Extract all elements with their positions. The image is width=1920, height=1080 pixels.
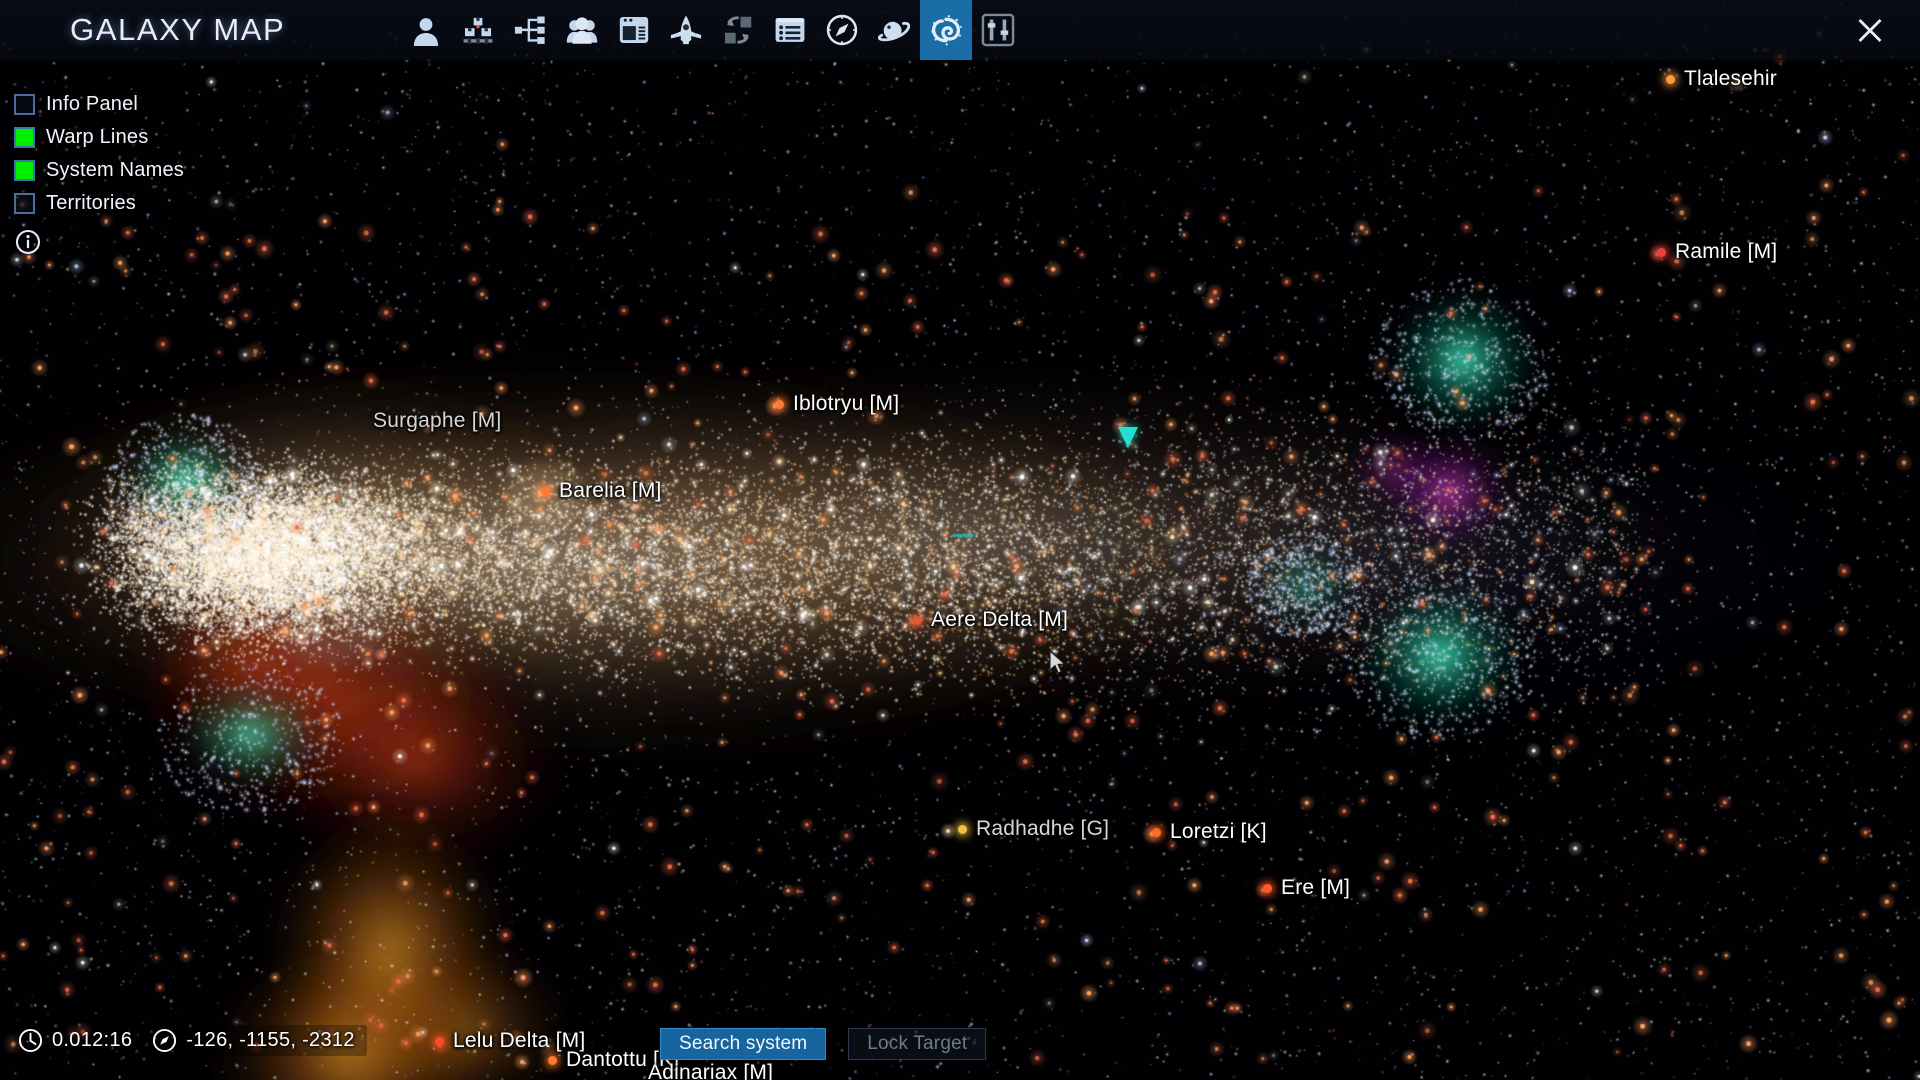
star-dot-icon <box>1152 827 1161 837</box>
galaxy-spiral-icon <box>931 15 962 46</box>
lock-target-button: Lock Target <box>848 1028 987 1060</box>
star-dot-icon <box>435 1036 444 1046</box>
toolbar-button-navigation[interactable] <box>816 0 868 60</box>
sliders-icon <box>981 13 1015 47</box>
compass-small-icon <box>153 1028 177 1053</box>
toolbar-button-skilltree[interactable] <box>504 0 556 60</box>
top-bar: GALAXY MAP <box>0 0 1920 60</box>
star-dot-icon <box>541 486 550 496</box>
system-label[interactable]: Tlalesehir <box>1665 67 1777 91</box>
crates-icon <box>463 17 493 44</box>
toolbar-button-ship[interactable] <box>660 0 712 60</box>
system-name: Radhadhe [G] <box>976 817 1110 840</box>
action-bar: Search system Lock Target <box>660 1028 987 1060</box>
game-time: 0.012:16 <box>18 1028 132 1053</box>
system-label[interactable]: Surgaphe [M] <box>373 409 501 433</box>
compass-icon <box>826 14 858 46</box>
checkbox-checked[interactable] <box>14 160 35 181</box>
system-label[interactable]: Iblotryu [M] <box>775 392 899 416</box>
close-button[interactable] <box>1842 0 1898 60</box>
system-name: Iblotryu [M] <box>793 392 900 415</box>
map-option-label: Territories <box>46 192 136 214</box>
galaxy-map-viewport[interactable] <box>0 0 1920 1080</box>
person-icon <box>413 18 439 46</box>
star-dot-icon <box>1665 74 1675 84</box>
planet-ringed-icon <box>878 21 910 42</box>
exchange-icon <box>724 16 752 44</box>
star-dot-icon <box>958 824 967 834</box>
system-name: Surgaphe [M] <box>373 409 502 432</box>
map-options-panel: Info Panel Warp Lines System Names Territor… <box>14 88 184 255</box>
coordinates: -126, -1155, -2312 <box>152 1028 354 1053</box>
system-label[interactable]: Aere Delta [M] <box>913 608 1068 632</box>
page-title: GALAXY MAP <box>70 12 286 47</box>
map-options-list: Info Panel Warp Lines System Names Territor… <box>14 88 184 220</box>
toolbar-button-trade[interactable] <box>712 0 764 60</box>
status-bar: 0.012:16 -126, -1155, -2312 <box>14 1025 367 1056</box>
map-option-system-names[interactable]: System Names <box>14 154 184 187</box>
toolbar-button-crew[interactable] <box>556 0 608 60</box>
warp-trail-marker <box>952 534 974 537</box>
window-panel-icon <box>619 16 649 44</box>
system-name: Adinariax [M] <box>648 1061 774 1080</box>
map-option-territories[interactable]: Territories <box>14 187 184 220</box>
toolbar-button-system[interactable] <box>868 0 920 60</box>
info-circle-icon <box>15 229 41 255</box>
system-label[interactable]: Ramile [M] <box>1657 240 1777 264</box>
star-dot-icon <box>775 399 784 409</box>
system-name: Barelia [M] <box>559 479 662 502</box>
clock-icon <box>18 1028 43 1053</box>
main-toolbar <box>400 0 1024 60</box>
system-name: Ere [M] <box>1281 876 1351 899</box>
system-label[interactable]: Adinariax [M] <box>648 1061 773 1080</box>
system-label[interactable]: Radhadhe [G] <box>958 817 1109 841</box>
system-label[interactable]: Barelia [M] <box>541 479 662 503</box>
star-dot-icon <box>1657 247 1666 257</box>
map-option-label: System Names <box>46 159 184 181</box>
toolbar-button-log[interactable] <box>764 0 816 60</box>
system-name: Loretzi [K] <box>1170 820 1267 843</box>
checkbox-checked[interactable] <box>14 127 35 148</box>
system-label[interactable]: Loretzi [K] <box>1152 820 1267 844</box>
map-option-label: Info Panel <box>46 93 139 115</box>
toolbar-button-windows[interactable] <box>608 0 660 60</box>
game-time-value: 0.012:16 <box>52 1029 133 1051</box>
system-label[interactable]: Ere [M] <box>1263 876 1350 900</box>
nebula-layer <box>0 280 1920 1080</box>
star-dot-icon <box>548 1055 557 1065</box>
search-system-button[interactable]: Search system <box>660 1028 827 1060</box>
close-icon <box>1858 19 1882 42</box>
checkbox-unchecked[interactable] <box>14 94 35 115</box>
toolbar-button-inventory[interactable] <box>452 0 504 60</box>
node-tree-icon <box>514 16 545 44</box>
system-name: Ramile [M] <box>1675 240 1778 263</box>
star-dot-icon <box>1263 883 1272 893</box>
toolbar-button-galaxy[interactable] <box>920 0 972 60</box>
toolbar-button-character[interactable] <box>400 0 452 60</box>
system-name: Tlalesehir <box>1683 67 1777 90</box>
spaceship-icon <box>670 15 702 45</box>
toolbar-button-settings[interactable] <box>972 0 1024 60</box>
map-option-warp-lines[interactable]: Warp Lines <box>14 121 184 154</box>
coordinates-value: -126, -1155, -2312 <box>186 1029 355 1051</box>
info-button[interactable] <box>15 229 41 255</box>
star-dot-icon <box>913 615 922 625</box>
star-field <box>0 0 1920 1080</box>
people-group-icon <box>566 17 598 44</box>
player-ship-marker[interactable] <box>1118 427 1138 448</box>
checkbox-unchecked[interactable] <box>14 193 35 214</box>
system-name: Aere Delta [M] <box>931 608 1069 631</box>
mouse-cursor <box>1049 650 1066 674</box>
map-option-info-panel[interactable]: Info Panel <box>14 88 184 121</box>
list-panel-icon <box>775 18 805 42</box>
map-option-label: Warp Lines <box>46 126 149 148</box>
